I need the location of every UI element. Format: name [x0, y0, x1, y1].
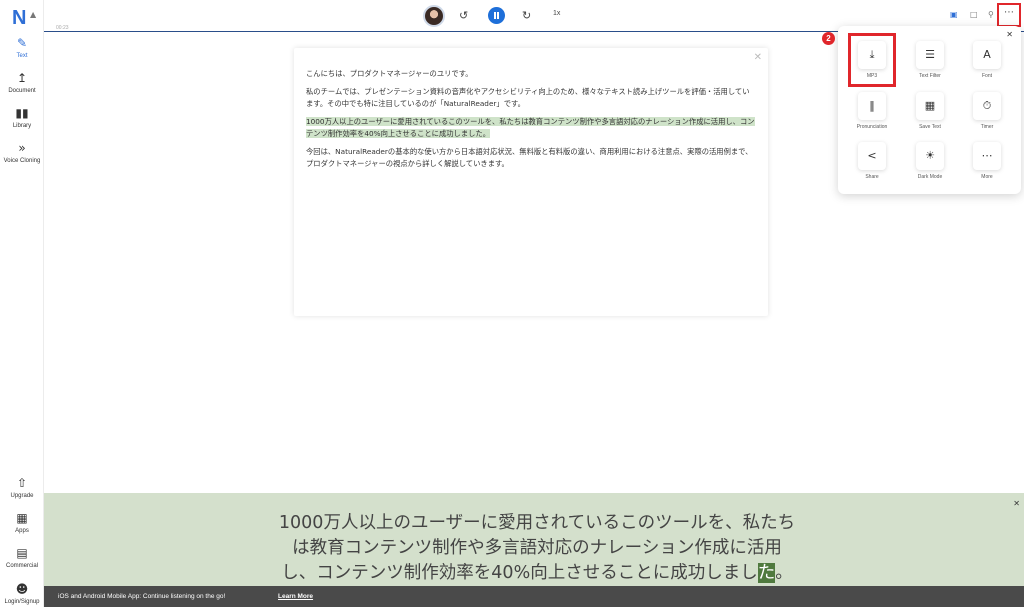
chevron-down-icon[interactable]: ▲: [30, 10, 36, 19]
upload-icon: ↥: [16, 71, 28, 85]
ellipsis-icon[interactable]: ⋯: [973, 142, 1001, 170]
sidebar-item-library[interactable]: ▮▮ Library: [0, 106, 44, 129]
paragraph: こんにちは、プロダクトマネージャーのユリです。: [306, 69, 473, 78]
grid-icon: ▦: [16, 511, 28, 525]
subtitle-line: し、コンテンツ制作効率を40%向上させることに成功しました。: [242, 561, 832, 586]
menu-item-share[interactable]: Share: [842, 174, 902, 180]
voice-avatar[interactable]: [423, 5, 445, 27]
user-icon: ☻: [15, 582, 29, 596]
document-icon[interactable]: □: [970, 10, 978, 19]
sidebar-item-label: Upgrade: [10, 493, 34, 499]
speed-selector[interactable]: 1x: [553, 10, 560, 17]
pause-button[interactable]: [488, 7, 505, 24]
mobile-app-message: iOS and Android Mobile App: Continue lis…: [58, 593, 226, 600]
sidebar-item-voice-cloning[interactable]: » Voice Cloning: [0, 141, 44, 164]
sidebar: N ▲ ✎ Text ↥ Document ▮▮ Library » Voice…: [0, 0, 44, 607]
mobile-app-bar: iOS and Android Mobile App: Continue lis…: [44, 586, 1024, 607]
sidebar-item-upgrade[interactable]: ⇧ Upgrade: [0, 476, 44, 499]
annotation-badge-2: 2: [822, 32, 835, 45]
app-root: N ▲ ✎ Text ↥ Document ▮▮ Library » Voice…: [0, 0, 1024, 607]
close-icon[interactable]: ✕: [1006, 30, 1013, 39]
books-icon: ▮▮: [15, 106, 29, 120]
close-icon[interactable]: ✕: [1013, 499, 1020, 508]
menu-item-pronunciation[interactable]: Pronunciation: [842, 124, 902, 130]
sidebar-item-label: Text: [16, 53, 28, 59]
document-text[interactable]: こんにちは、プロダクトマネージャーのユリです。 私のチームでは、プレゼンテーショ…: [306, 68, 756, 176]
sidebar-item-apps[interactable]: ▦ Apps: [0, 511, 44, 534]
timer-icon[interactable]: ⏱: [973, 92, 1001, 120]
highlighted-sentence: 1000万人以上のユーザーに愛用されているこのツールを、私たちは教育コンテンツ制…: [306, 117, 755, 138]
sun-icon[interactable]: ☀: [916, 142, 944, 170]
paragraph-highlighted: 1000万人以上のユーザーに愛用されているこのツールを、私たちは教育コンテンツ制…: [306, 116, 756, 140]
search-icon[interactable]: ⚲: [988, 10, 994, 19]
chevrons-right-icon: »: [18, 141, 26, 155]
save-icon[interactable]: ▦: [916, 92, 944, 120]
caption-icon[interactable]: ▣: [950, 10, 958, 19]
menu-item-timer[interactable]: Timer: [957, 124, 1017, 130]
paragraph: 今回は、NaturalReaderの基本的な使い方から日本語対応状況、無料版と有…: [306, 147, 753, 168]
more-options-menu: ✕ ⤓ MP3 ☰ Text Filter A Font ‖ Pronuncia…: [838, 26, 1021, 194]
more-options-button[interactable]: ⋯: [997, 3, 1021, 27]
close-icon[interactable]: ✕: [754, 52, 762, 63]
sidebar-item-document[interactable]: ↥ Document: [0, 71, 44, 94]
sidebar-item-label: Voice Cloning: [3, 158, 41, 164]
sidebar-item-label: Apps: [15, 528, 29, 534]
menu-item-more[interactable]: More: [957, 174, 1017, 180]
menu-item-mp3[interactable]: MP3: [842, 73, 902, 79]
subtitle-line: 1000万人以上のユーザーに愛用されているこのツールを、私たち: [278, 513, 796, 533]
font-icon[interactable]: A: [973, 41, 1001, 69]
rewind-icon[interactable]: ↺: [459, 9, 468, 22]
edit-icon: ✎: [16, 36, 28, 50]
subtitle-line: は教育コンテンツ制作や多言語対応のナレーション作成に活用: [292, 538, 782, 558]
paragraph: 私のチームでは、プレゼンテーション資料の音声化やアクセシビリティ向上のため、様々…: [306, 87, 750, 108]
sidebar-item-label: Document: [8, 88, 36, 94]
sidebar-item-login[interactable]: ☻ Login/Signup: [0, 582, 44, 605]
waveform-icon[interactable]: ‖: [858, 92, 886, 120]
menu-item-font[interactable]: Font: [957, 73, 1017, 79]
learn-more-link[interactable]: Learn More: [278, 593, 313, 600]
menu-item-save-text[interactable]: Save Text: [900, 124, 960, 130]
sidebar-item-label: Login/Signup: [4, 599, 40, 605]
app-logo[interactable]: N: [12, 7, 26, 30]
forward-icon[interactable]: ↻: [522, 9, 531, 22]
subtitle-text: 1000万人以上のユーザーに愛用されているこのツールを、私たち は教育コンテンツ…: [242, 511, 832, 586]
sidebar-item-commercial[interactable]: ▤ Commercial: [0, 546, 44, 569]
menu-item-dark-mode[interactable]: Dark Mode: [900, 174, 960, 180]
sidebar-item-label: Library: [12, 123, 32, 129]
download-icon[interactable]: ⤓: [858, 41, 886, 69]
briefcase-icon: ▤: [16, 546, 28, 560]
menu-item-text-filter[interactable]: Text Filter: [900, 73, 960, 79]
document-card: ✕ こんにちは、プロダクトマネージャーのユリです。 私のチームでは、プレゼンテー…: [294, 48, 768, 316]
sidebar-item-label: Commercial: [5, 563, 38, 569]
subtitle-segment: 。: [775, 563, 793, 583]
subtitle-segment: し、コンテンツ制作効率を40%向上させることに成功しまし: [281, 563, 758, 583]
sidebar-item-text[interactable]: ✎ Text: [0, 36, 44, 59]
filter-lines-icon[interactable]: ☰: [916, 41, 944, 69]
upgrade-icon: ⇧: [16, 476, 28, 490]
current-word: た: [757, 563, 776, 583]
share-icon[interactable]: <: [858, 142, 886, 170]
